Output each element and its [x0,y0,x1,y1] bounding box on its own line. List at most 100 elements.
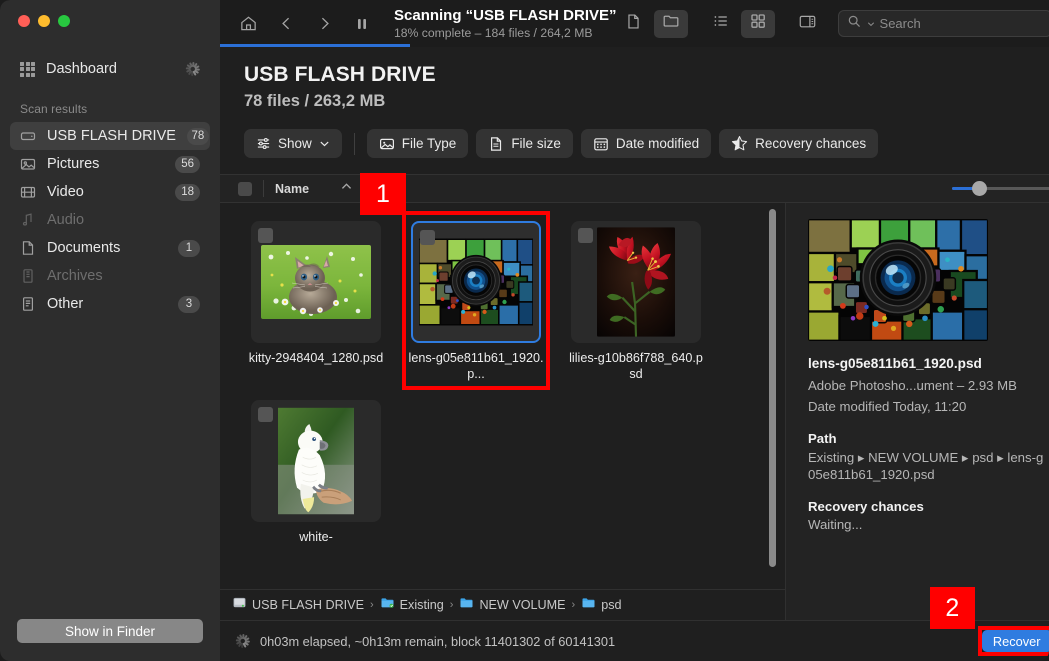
home-button[interactable] [230,9,266,39]
folder-icon [581,595,596,615]
sliders-icon [256,136,271,151]
grid-view-button[interactable] [740,9,775,38]
archive-icon [20,268,36,284]
toolbar-nav-group [230,9,380,39]
content-row: kitty-2948404_1280.psd lens-g05e811b61_1… [220,203,1049,620]
column-header-name[interactable]: Name [275,182,309,196]
white-cockatoo-photo [278,408,354,515]
file-checkbox[interactable] [578,228,593,243]
list-view-button[interactable] [704,10,738,38]
breadcrumb-label: psd [601,598,622,612]
breadcrumb-separator: › [369,599,374,611]
show-label: Show [278,136,312,151]
toggle-detail-panel-button[interactable] [791,10,825,38]
file-grid: kitty-2948404_1280.psd lens-g05e811b61_1… [220,203,785,589]
chevron-down-icon [319,138,330,149]
red-lilies-photo [597,227,675,337]
back-button[interactable] [268,9,304,39]
thumbnail-container [571,221,701,343]
spinner-icon [234,633,250,649]
file-tile[interactable]: lilies-g10b86f788_640.psd [566,215,706,386]
filter-divider [353,132,355,155]
file-checkbox[interactable] [258,407,273,423]
sidebar-item-documents[interactable]: Documents 1 [10,234,210,262]
file-checkbox[interactable] [258,228,273,243]
scrollbar-thumb[interactable] [769,209,776,568]
sidebar-item-pictures[interactable]: Pictures 56 [10,150,210,178]
maximize-window-button[interactable] [58,15,70,27]
kitten-photo [261,245,371,319]
app-window: Dashboard Scan results USB FLASH DRIVE 7… [0,0,1049,661]
annotation-badge-1: 1 [360,173,406,215]
drive-icon [232,595,247,615]
detail-panel: lens-g05e811b61_1920.psd Adobe Photosho.… [785,203,1049,620]
slider-knob[interactable] [971,181,987,196]
list-view-icon [712,12,730,35]
document-icon [488,136,504,152]
sort-ascending-chevron-icon[interactable] [340,180,353,198]
minimize-window-button[interactable] [38,15,50,27]
breadcrumb-item-psd[interactable]: psd [581,595,622,615]
chip-label: Recovery chances [755,136,867,151]
selected-file-tile[interactable]: lens-g05e811b61_1920.p... [406,215,546,386]
show-dropdown-button[interactable]: Show [244,129,342,158]
file-view-icon [625,13,642,35]
pause-icon [354,16,370,32]
thumbnail-size-slider[interactable] [951,181,1049,197]
file-tile[interactable]: kitty-2948404_1280.psd [246,215,386,386]
spinner-icon [184,61,200,77]
sidebar-item-count: 1 [178,239,200,257]
sidebar-item-video[interactable]: Video 18 [10,178,210,206]
document-icon [20,240,36,256]
filter-file-size-button[interactable]: File size [476,129,573,158]
breadcrumb-label: Existing [399,598,444,612]
sidebar-item-dashboard[interactable]: Dashboard [10,53,210,85]
filter-date-modified-button[interactable]: Date modified [580,129,712,158]
folder-view-button[interactable] [653,9,688,38]
detail-info: lens-g05e811b61_1920.psd Adobe Photosho.… [786,341,1049,532]
chip-label: File Type [401,136,457,151]
filter-file-type-button[interactable]: File Type [366,129,469,158]
pause-scan-button[interactable] [344,9,380,39]
detail-kind-size: Adobe Photosho...ument – 2.93 MB [808,377,1017,393]
close-window-button[interactable] [18,15,30,27]
breadcrumb-item-new-volume[interactable]: NEW VOLUME [459,595,566,615]
detail-path-value: Existing ▸ NEW VOLUME ▸ psd ▸ lens-g05e8… [808,449,1044,483]
sidebar-item-archives[interactable]: Archives [10,262,210,290]
sidebar-item-other[interactable]: Other 3 [10,290,210,318]
sidebar-item-usb-flash-drive[interactable]: USB FLASH DRIVE 78 [10,122,210,150]
forward-button[interactable] [306,9,342,39]
sidebar-item-label: Video [47,184,84,200]
breadcrumb-item-existing[interactable]: Existing [380,595,444,615]
breadcrumb-item-usb-flash-drive[interactable]: USB FLASH DRIVE [232,595,364,615]
grid-icon [20,61,35,77]
recover-button[interactable]: Recover [981,630,1049,652]
page-title: USB FLASH DRIVE [244,63,436,86]
sidebar-item-label: Other [47,296,84,312]
scan-title: Scanning “USB FLASH DRIVE” [394,6,617,24]
file-grid-scrollbar[interactable] [769,209,776,582]
filter-recovery-chances-button[interactable]: Recovery chances [719,129,879,158]
filter-bar: Show File Type File size Date modified R… [220,111,1049,158]
dashboard-label: Dashboard [46,61,117,77]
file-tile[interactable]: white- [246,394,386,550]
file-checkbox[interactable] [420,230,435,245]
file-view-button[interactable] [617,10,651,38]
search-input[interactable]: Search [837,10,1049,37]
file-name: white- [299,530,333,545]
sidebar-item-label: USB FLASH DRIVE [47,128,176,144]
window-traffic-lights [0,0,220,40]
search-dropdown-chevron-icon[interactable] [867,15,875,33]
file-name: lilies-g10b86f788_640.psd [569,351,703,381]
home-icon [239,14,258,33]
grid-view-icon [749,12,767,35]
select-all-checkbox[interactable] [238,181,252,196]
detail-filename: lens-g05e811b61_1920.psd [808,356,982,371]
scan-progress-bar [220,44,410,47]
sidebar-item-label: Documents [47,240,121,256]
sidebar-item-audio[interactable]: Audio [10,206,210,234]
scan-status-block: Scanning “USB FLASH DRIVE” 18% complete … [394,7,617,40]
show-in-finder-button[interactable]: Show in Finder [17,619,203,643]
page-header: USB FLASH DRIVE 78 files / 263,2 MB [220,47,1049,111]
drive-icon [20,128,36,144]
